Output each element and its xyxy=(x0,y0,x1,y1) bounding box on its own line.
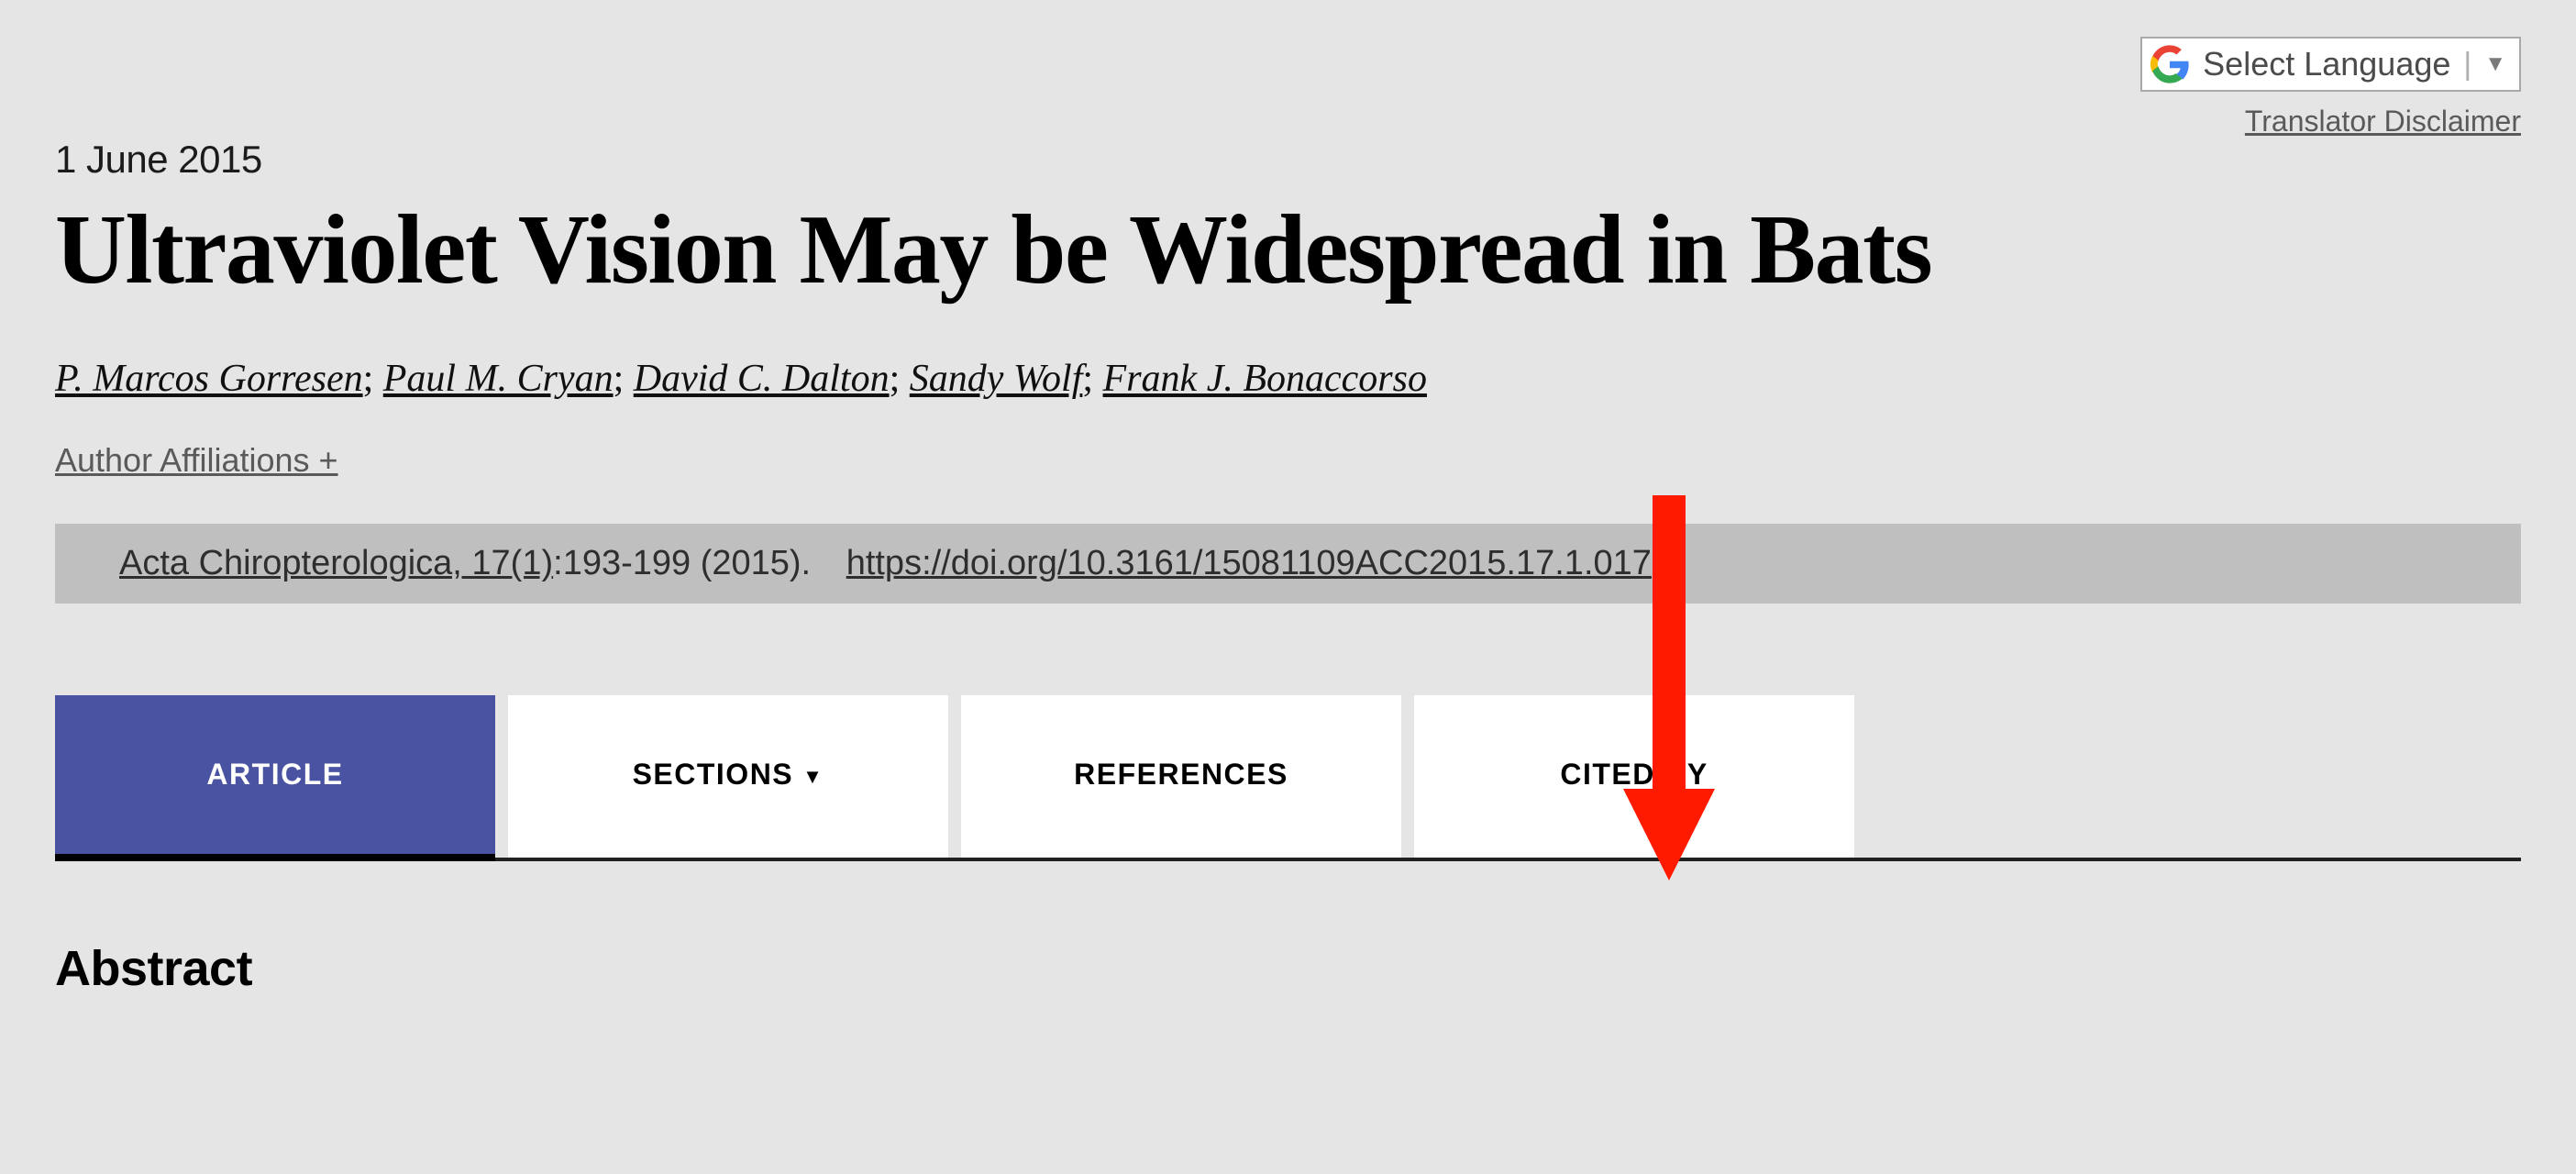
tab-label: ARTICLE xyxy=(206,758,343,791)
abstract-heading: Abstract xyxy=(55,940,2521,997)
tab-sections[interactable]: SECTIONS ▼ xyxy=(508,695,948,858)
tab-references[interactable]: REFERENCES xyxy=(961,695,1401,858)
tab-article[interactable]: ARTICLE xyxy=(55,695,495,861)
author-link[interactable]: P. Marcos Gorresen xyxy=(55,358,363,400)
publication-date: 1 June 2015 xyxy=(55,138,2521,182)
citation-pages: :193-199 (2015). xyxy=(553,544,811,582)
author-list: P. Marcos Gorresen; Paul M. Cryan; David… xyxy=(55,357,2521,401)
divider: | xyxy=(2463,47,2471,83)
author-link[interactable]: Frank J. Bonaccorso xyxy=(1103,358,1427,400)
tab-label: SECTIONS xyxy=(633,758,794,791)
tab-cited-by[interactable]: CITED BY xyxy=(1414,695,1854,858)
author-link[interactable]: David C. Dalton xyxy=(634,358,890,400)
citation-bar: Acta Chiropterologica, 17(1):193-199 (20… xyxy=(55,524,2521,604)
tab-label: CITED BY xyxy=(1560,758,1708,791)
doi-link[interactable]: https://doi.org/10.3161/15081109ACC2015.… xyxy=(846,544,1652,582)
article-title: Ultraviolet Vision May be Widespread in … xyxy=(55,198,2521,302)
author-link[interactable]: Paul M. Cryan xyxy=(383,358,614,400)
language-selector-label: Select Language xyxy=(2203,45,2450,83)
chevron-down-icon: ▼ xyxy=(2484,51,2506,77)
article-tabs: ARTICLE SECTIONS ▼ REFERENCES CITED BY xyxy=(55,695,2521,861)
language-selector[interactable]: Select Language | ▼ xyxy=(2140,37,2521,92)
tab-label: REFERENCES xyxy=(1074,758,1288,791)
journal-link[interactable]: Acta Chiropterologica, 17(1) xyxy=(119,544,553,582)
author-link[interactable]: Sandy Wolf xyxy=(910,358,1083,400)
chevron-down-icon: ▼ xyxy=(802,765,824,789)
translator-disclaimer-link[interactable]: Translator Disclaimer xyxy=(2245,105,2521,138)
google-g-icon xyxy=(2150,44,2190,84)
author-affiliations-toggle[interactable]: Author Affiliations + xyxy=(55,441,338,480)
